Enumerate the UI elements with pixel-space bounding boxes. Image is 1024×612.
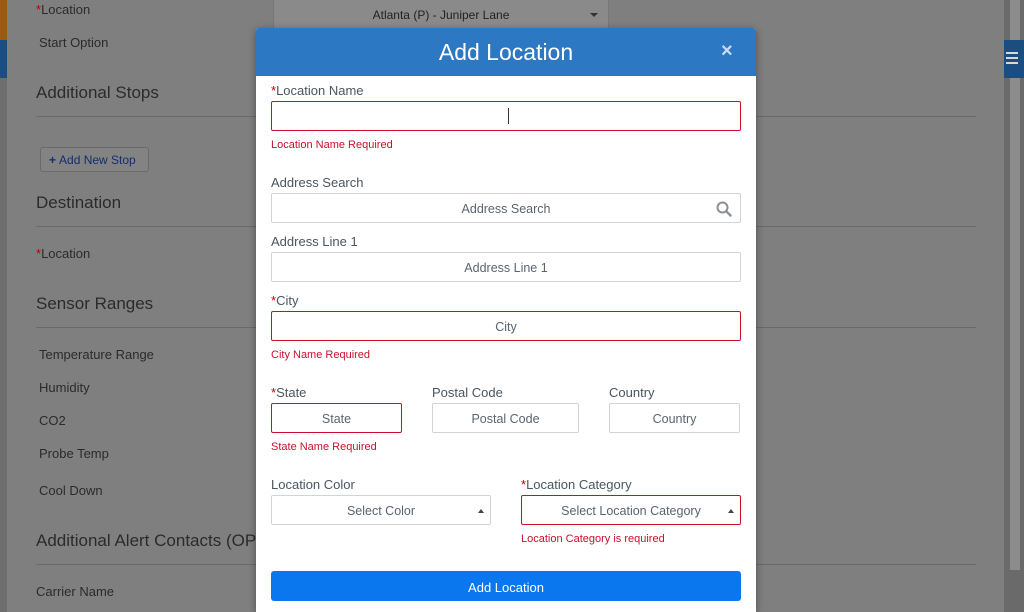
address-search-input[interactable]: Address Search: [271, 193, 741, 223]
location-color-select[interactable]: Select Color: [271, 495, 491, 525]
location-name-input[interactable]: [271, 101, 741, 131]
destination-heading: Destination: [36, 193, 122, 212]
location-name-label: *Location Name: [271, 83, 364, 98]
state-label: *State: [271, 385, 307, 400]
search-icon[interactable]: [716, 201, 732, 217]
sensor-item: Probe Temp: [39, 446, 109, 461]
location-name-error: Location Name Required: [271, 139, 393, 151]
country-input[interactable]: Country: [609, 403, 740, 433]
hamburger-menu-icon[interactable]: [1006, 52, 1018, 67]
add-new-stop-button[interactable]: + Add New Stop: [40, 147, 149, 172]
location-category-label: *Location Category: [521, 477, 632, 492]
start-location-label: *Location: [36, 2, 91, 17]
scrollbar-thumb[interactable]: [1010, 0, 1020, 570]
sensor-item: Cool Down: [39, 483, 103, 498]
modal-title: Add Location: [438, 39, 574, 65]
start-option-label: Start Option: [39, 35, 109, 50]
location-color-value: Select Color: [346, 504, 416, 518]
start-location-select[interactable]: Atlanta (P) - Juniper Lane: [273, 0, 609, 30]
destination-location-label: *Location: [36, 246, 91, 261]
sensor-item: CO2: [39, 413, 66, 428]
address-line1-label: Address Line 1: [271, 234, 358, 249]
add-location-button[interactable]: Add Location: [271, 571, 741, 601]
chevron-up-icon: [728, 509, 734, 513]
add-location-modal: Add Location × *Location Name Location N…: [256, 28, 756, 612]
sensor-item: Humidity: [39, 380, 90, 395]
additional-stops-heading: Additional Stops: [36, 83, 159, 102]
country-label: Country: [609, 385, 655, 400]
city-label: *City: [271, 293, 299, 308]
carrier-name-label: Carrier Name: [36, 584, 115, 599]
right-scrollbar[interactable]: [1004, 0, 1024, 612]
chevron-up-icon: [478, 509, 484, 513]
modal-header: Add Location ×: [256, 28, 756, 76]
address-search-placeholder: Address Search: [461, 202, 551, 216]
alert-contacts-heading: Additional Alert Contacts (OPT: [36, 531, 267, 550]
location-category-select[interactable]: Select Location Category: [521, 495, 741, 525]
postal-code-input[interactable]: Postal Code: [432, 403, 579, 433]
left-edge-strip: [0, 0, 7, 612]
chevron-down-icon: [590, 13, 598, 17]
sensor-ranges-heading: Sensor Ranges: [36, 294, 154, 313]
address-search-label: Address Search: [271, 175, 364, 190]
plus-icon: +: [49, 153, 57, 167]
location-category-value: Select Location Category: [561, 504, 701, 518]
sensor-item: Temperature Range: [39, 347, 154, 362]
address-line1-input[interactable]: Address Line 1: [271, 252, 741, 282]
postal-code-label: Postal Code: [432, 385, 503, 400]
location-color-label: Location Color: [271, 477, 355, 492]
city-input[interactable]: City: [271, 311, 741, 341]
state-error: State Name Required: [271, 441, 377, 453]
close-icon[interactable]: ×: [721, 40, 733, 63]
location-category-error: Location Category is required: [521, 533, 665, 545]
state-input[interactable]: State: [271, 403, 402, 433]
city-error: City Name Required: [271, 349, 371, 361]
